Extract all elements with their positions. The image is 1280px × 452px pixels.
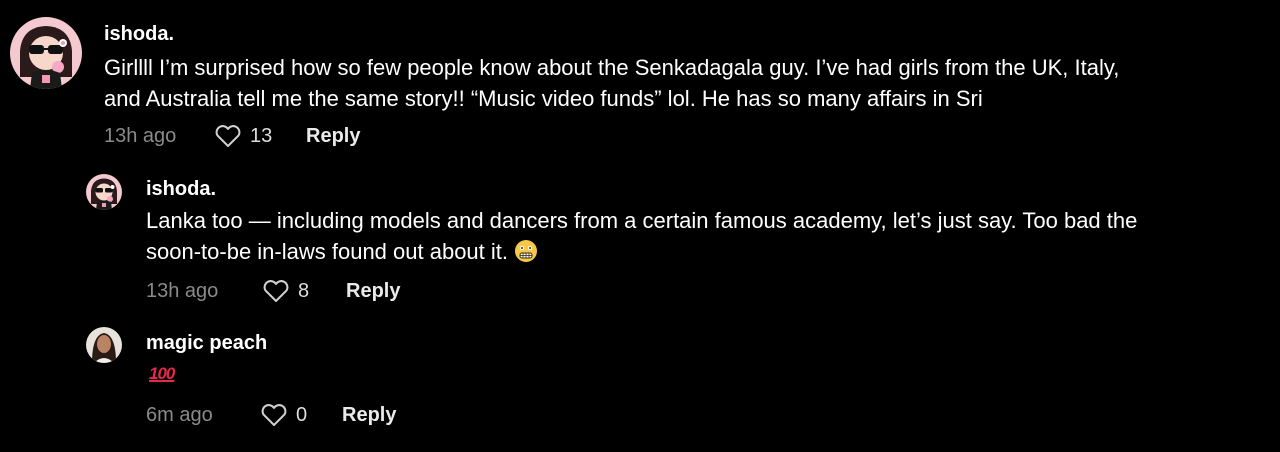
- heart-icon: [215, 125, 241, 147]
- timestamp: 13h ago: [104, 124, 177, 147]
- reply-button[interactable]: Reply: [346, 280, 400, 303]
- reply-button[interactable]: Reply: [342, 404, 396, 427]
- comment-meta: 13h ago 8 Reply: [146, 276, 400, 306]
- cartoon-girl-avatar-icon: [10, 17, 82, 89]
- comment-text-line-with-emoji: soon-to-be in-laws found out about it.: [146, 236, 1137, 267]
- like-count: 8: [298, 279, 310, 302]
- like-button[interactable]: 13: [214, 124, 306, 148]
- like-button[interactable]: 8: [262, 279, 346, 303]
- comment-text-line: Girllll I’m surprised how so few people …: [104, 55, 1120, 80]
- reply-button[interactable]: Reply: [306, 125, 360, 148]
- username[interactable]: magic peach: [146, 332, 267, 355]
- comment-text-line: Lanka too — including models and dancers…: [146, 208, 1138, 233]
- heart-icon: [261, 404, 287, 426]
- photo-avatar-icon: [86, 327, 122, 363]
- hundred-points-emoji: 100: [149, 364, 175, 383]
- like-button[interactable]: 0: [260, 403, 342, 427]
- comment-text: Lanka too — including models and dancers…: [146, 205, 1137, 267]
- comment-meta: 13h ago 13 Reply: [104, 121, 360, 151]
- username[interactable]: ishoda.: [104, 23, 174, 46]
- timestamp: 6m ago: [146, 403, 213, 426]
- avatar[interactable]: [86, 327, 122, 363]
- cartoon-girl-avatar-icon: [86, 174, 122, 210]
- comment-text-line: and Australia tell me the same story!! “…: [104, 86, 983, 111]
- grimacing-face-emoji-icon: [515, 240, 538, 262]
- comment-text: Girllll I’m surprised how so few people …: [104, 52, 1119, 114]
- comment-text-line: soon-to-be in-laws found out about it.: [146, 239, 509, 264]
- avatar[interactable]: [10, 17, 82, 89]
- avatar[interactable]: [86, 174, 122, 210]
- comment-meta: 6m ago 0 Reply: [146, 400, 396, 430]
- username[interactable]: ishoda.: [146, 178, 216, 201]
- heart-icon: [263, 280, 289, 302]
- timestamp: 13h ago: [146, 279, 219, 302]
- like-count: 13: [250, 124, 273, 147]
- like-count: 0: [296, 403, 308, 426]
